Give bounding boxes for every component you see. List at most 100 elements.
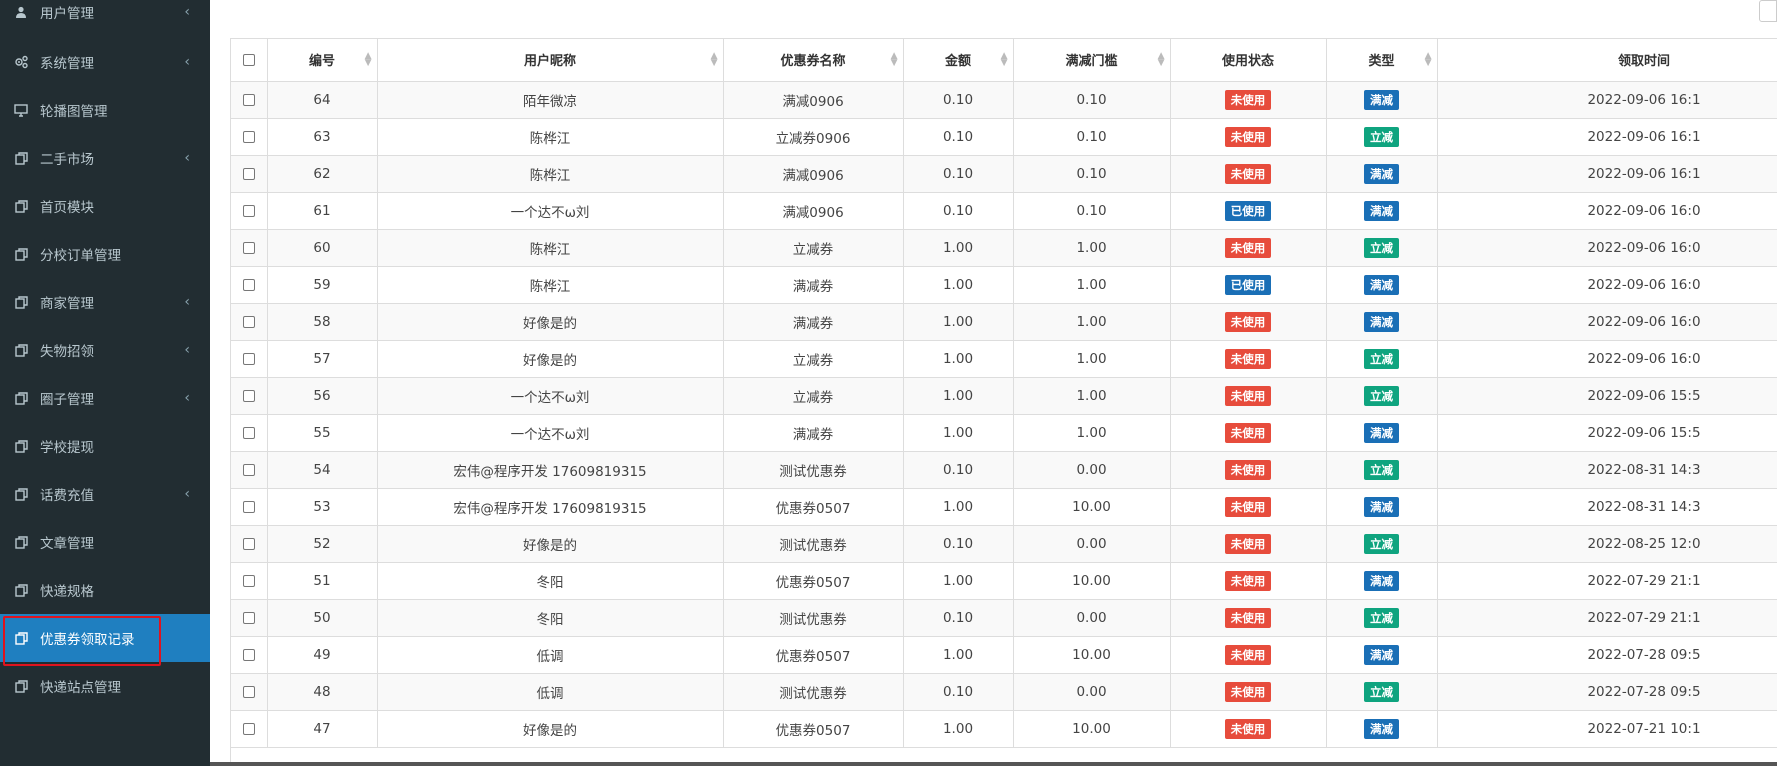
cell-coupon-name: 测试优惠券 (723, 599, 904, 637)
sidebar-item-10[interactable]: 话费充值 ‹ (0, 470, 210, 518)
sidebar-item-6[interactable]: 商家管理 ‹ (0, 278, 210, 326)
table-row[interactable]: 50 冬阳 测试优惠券 0.10 0.00 未使用 立减 2022-07-29 21:1 (231, 599, 1777, 637)
sidebar-item-1[interactable]: 系统管理 ‹ (0, 38, 210, 86)
sidebar-item-13[interactable]: 优惠券领取记录 (0, 614, 210, 666)
cell-amount: 1.00 (903, 340, 1014, 378)
cell-status: 未使用 (1170, 562, 1327, 600)
table-row[interactable]: 55 一个达不ω刘 满减券 1.00 1.00 未使用 满减 2022-09-06 15:5 (231, 414, 1777, 452)
table-row[interactable]: 61 一个达不ω刘 满减0906 0.10 0.10 已使用 满减 2022-09-06 16… (231, 192, 1777, 230)
cell-coupon-name: 立减券0906 (723, 118, 904, 156)
row-select-cell (231, 266, 268, 304)
cell-amount: 1.00 (903, 414, 1014, 452)
type-badge: 满减 (1364, 718, 1399, 739)
row-checkbox[interactable] (242, 574, 255, 587)
column-header-4[interactable]: 满减门槛 ▲ ▼ (1013, 39, 1171, 82)
table-row[interactable]: 49 低调 优惠券0507 1.00 10.00 未使用 满减 2022-07-28 09:5 (231, 636, 1777, 674)
cell-time: 2022-07-29 21:1 (1437, 562, 1777, 600)
cell-status: 未使用 (1170, 118, 1327, 156)
column-header-0[interactable]: 编号 ▲ ▼ (267, 39, 378, 82)
table-row[interactable]: 64 陌年微凉 满减0906 0.10 0.10 未使用 满减 2022-09-06 16:1 (231, 81, 1777, 119)
table-row[interactable]: 51 冬阳 优惠券0507 1.00 10.00 未使用 满减 2022-07-29 21:1 (231, 562, 1777, 600)
row-checkbox[interactable] (242, 352, 255, 365)
row-checkbox[interactable] (242, 685, 255, 698)
sidebar-item-8[interactable]: 圈子管理 ‹ (0, 374, 210, 422)
table-row[interactable]: 53 宏伟@程序开发 17609819315 优惠券0507 1.00 10.00 未使用… (231, 488, 1777, 526)
table-row[interactable]: 52 好像是的 测试优惠券 0.10 0.00 未使用 立减 2022-08-25 12:0 (231, 525, 1777, 563)
row-checkbox[interactable] (242, 500, 255, 513)
table-row[interactable]: 48 低调 测试优惠券 0.10 0.00 未使用 立减 2022-07-28 09:5 (231, 673, 1777, 711)
row-checkbox[interactable] (242, 389, 255, 402)
row-checkbox[interactable] (242, 537, 255, 550)
sort-icon[interactable]: ▲ ▼ (1001, 51, 1008, 67)
column-header-5[interactable]: 使用状态 (1170, 39, 1327, 82)
table-row[interactable]: 63 陈桦江 立减券0906 0.10 0.10 未使用 立减 2022-09-06 16:1 (231, 118, 1777, 156)
sidebar-item-14[interactable]: 快递站点管理 (0, 662, 210, 710)
sidebar-item-7[interactable]: 失物招领 ‹ (0, 326, 210, 374)
sidebar-item-label: 快递站点管理 (40, 680, 121, 696)
cell-status: 未使用 (1170, 599, 1327, 637)
row-checkbox[interactable] (242, 611, 255, 624)
sort-icon[interactable]: ▲ ▼ (365, 51, 372, 67)
row-checkbox[interactable] (242, 93, 255, 106)
column-header-2[interactable]: 优惠券名称 ▲ ▼ (723, 39, 904, 82)
row-checkbox[interactable] (242, 130, 255, 143)
row-checkbox[interactable] (242, 204, 255, 217)
cell-id: 64 (267, 81, 378, 119)
sort-icon[interactable]: ▲ ▼ (1425, 51, 1432, 67)
column-header-3[interactable]: 金额 ▲ ▼ (903, 39, 1014, 82)
cell-status: 未使用 (1170, 525, 1327, 563)
cell-amount: 0.10 (903, 599, 1014, 637)
row-checkbox[interactable] (242, 241, 255, 254)
table-row[interactable]: 57 好像是的 立减券 1.00 1.00 未使用 立减 2022-09-06 16:0 (231, 340, 1777, 378)
row-select-cell (231, 599, 268, 637)
chevron-left-icon: ‹ (184, 150, 190, 166)
row-select-cell (231, 673, 268, 711)
table-row[interactable]: 62 陈桦江 满减0906 0.10 0.10 未使用 满减 2022-09-06 16:1 (231, 155, 1777, 193)
cell-amount: 1.00 (903, 377, 1014, 415)
toolbar-button[interactable] (1759, 0, 1777, 22)
bottom-scrollbar[interactable] (210, 762, 1777, 766)
table-row[interactable]: 56 一个达不ω刘 立减券 1.00 1.00 未使用 立减 2022-09-06 15:5 (231, 377, 1777, 415)
cell-coupon-name: 优惠券0507 (723, 488, 904, 526)
column-header-7[interactable]: 领取时间 (1437, 39, 1777, 82)
row-checkbox[interactable] (242, 278, 255, 291)
sidebar-item-2[interactable]: 轮播图管理 (0, 86, 210, 134)
sort-icon[interactable]: ▲ ▼ (1158, 51, 1165, 67)
table-row[interactable]: 60 陈桦江 立减券 1.00 1.00 未使用 立减 2022-09-06 16:0 (231, 229, 1777, 267)
sort-icon[interactable]: ▲ ▼ (891, 51, 898, 67)
row-checkbox[interactable] (242, 315, 255, 328)
row-checkbox[interactable] (242, 167, 255, 180)
cell-type: 满减 (1326, 710, 1438, 748)
row-checkbox[interactable] (242, 648, 255, 661)
row-checkbox[interactable] (242, 722, 255, 735)
sort-icon[interactable]: ▲ ▼ (711, 51, 718, 67)
status-badge: 未使用 (1224, 422, 1272, 443)
sidebar-item-3[interactable]: 二手市场 ‹ (0, 134, 210, 182)
cell-id: 49 (267, 636, 378, 674)
sidebar-item-9[interactable]: 学校提现 (0, 422, 210, 470)
select-all-checkbox[interactable] (242, 53, 255, 66)
cell-type: 立减 (1326, 673, 1438, 711)
sidebar-item-5[interactable]: 分校订单管理 (0, 230, 210, 278)
row-select-cell (231, 340, 268, 378)
table-row[interactable]: 47 好像是的 优惠券0507 1.00 10.00 未使用 满减 2022-07-21 10… (231, 710, 1777, 748)
column-header-1[interactable]: 用户昵称 ▲ ▼ (377, 39, 724, 82)
cell-nickname: 陈桦江 (377, 118, 724, 156)
sidebar-item-12[interactable]: 快递规格 (0, 566, 210, 614)
status-badge: 未使用 (1224, 718, 1272, 739)
table-row[interactable]: 58 好像是的 满减券 1.00 1.00 未使用 满减 2022-09-06 16:0 (231, 303, 1777, 341)
sidebar-item-4[interactable]: 首页模块 (0, 182, 210, 230)
table-row[interactable]: 54 宏伟@程序开发 17609819315 测试优惠券 0.10 0.00 未使用 立减 2… (231, 451, 1777, 489)
sidebar-item-0[interactable]: 用户管理 ‹ (0, 0, 210, 38)
copy-icon (14, 679, 28, 693)
row-select-cell (231, 377, 268, 415)
row-checkbox[interactable] (242, 463, 255, 476)
column-label: 编号 (308, 54, 335, 70)
column-header-6[interactable]: 类型 ▲ ▼ (1326, 39, 1438, 82)
header-select-all[interactable] (231, 39, 268, 82)
sidebar-item-11[interactable]: 文章管理 (0, 518, 210, 566)
cell-type: 满减 (1326, 488, 1438, 526)
type-badge: 满减 (1364, 200, 1399, 221)
row-checkbox[interactable] (242, 426, 255, 439)
table-row[interactable]: 59 陈桦江 满减券 1.00 1.00 已使用 满减 2022-09-06 16:0 (231, 266, 1777, 304)
